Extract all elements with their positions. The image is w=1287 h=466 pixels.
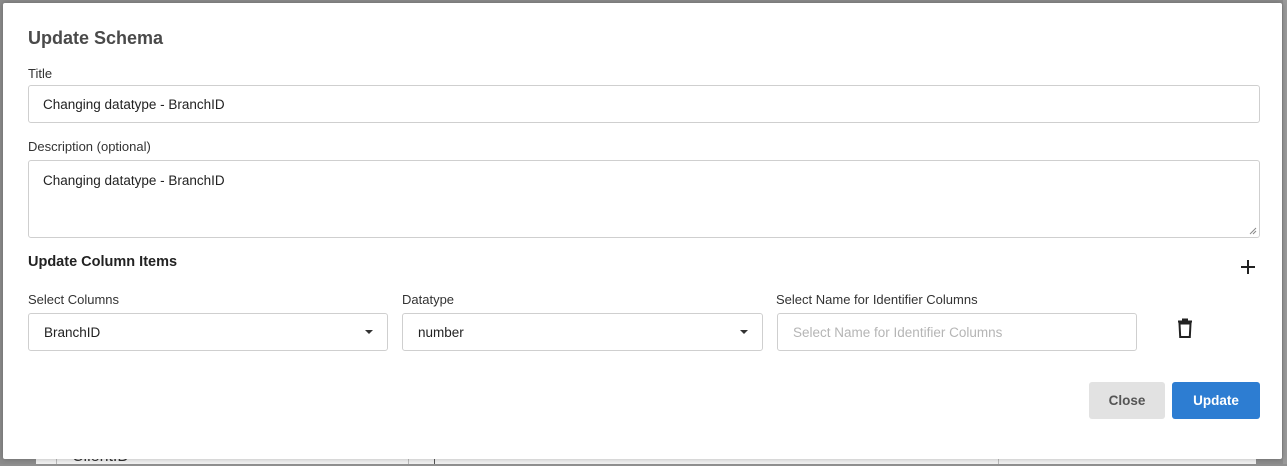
description-textarea[interactable]: Changing datatype - BranchID [28,160,1260,238]
title-input[interactable]: Changing datatype - BranchID [28,85,1260,123]
identifier-select[interactable]: Select Name for Identifier Columns [777,313,1137,351]
title-input-value: Changing datatype - BranchID [43,96,225,112]
update-schema-dialog: Update Schema Title Changing datatype - … [3,3,1282,459]
identifier-label: Select Name for Identifier Columns [776,292,978,307]
section-title: Update Column Items [28,254,178,270]
dialog-title: Update Schema [28,28,164,48]
select-columns-label: Select Columns [28,292,120,307]
select-columns-value: BranchID [44,324,101,340]
datatype-dropdown[interactable]: number [402,313,763,351]
plus-icon[interactable] [1239,258,1257,276]
title-label: Title [28,66,53,81]
trash-icon[interactable] [1177,318,1193,338]
datatype-label: Datatype [402,292,455,307]
resize-grip-icon[interactable] [1249,227,1257,235]
select-columns-dropdown[interactable]: BranchID [28,313,388,351]
update-button[interactable]: Update [1172,382,1260,419]
close-button[interactable]: Close [1089,382,1165,419]
description-label: Description (optional) [28,139,151,154]
chevron-down-icon [365,330,373,334]
identifier-placeholder: Select Name for Identifier Columns [793,324,1003,340]
chevron-down-icon [740,330,748,334]
datatype-value: number [418,324,464,340]
background-edge [1283,0,1287,464]
description-value: Changing datatype - BranchID [43,173,225,188]
